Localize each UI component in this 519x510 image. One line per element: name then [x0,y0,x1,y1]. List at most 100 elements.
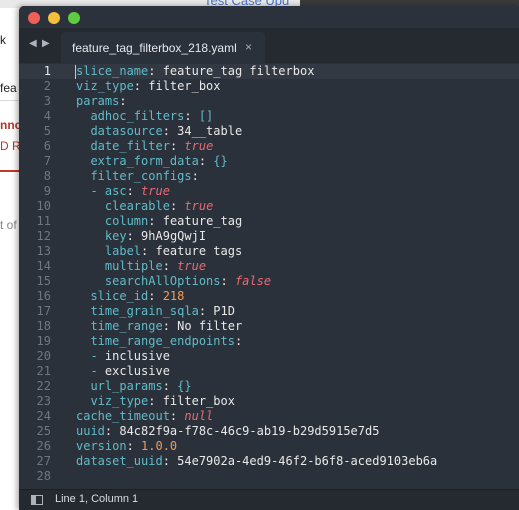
code-token: : filter_box [133,79,221,93]
line-number: 3 [43,94,51,108]
code-token: column [104,214,149,228]
code-line: label: feature tags [76,244,242,259]
code-token: : 9hA9gQwjI [126,229,207,243]
code-token: : [119,94,127,108]
line-number: 2 [43,79,51,93]
code-editor[interactable]: 1 2 3 4 5 6 7 8 9 10 11 12 13 14 15 16 17 18 19 20 21 22 23 24 2… [19,63,519,489]
code-token: viz_type [76,79,134,93]
line-number: 21 [36,364,51,378]
line-number: 23 [36,394,51,408]
code-token: slice_id [90,289,149,303]
code-token: : 34__table [162,124,243,138]
code-line: time_grain_sqla: P1D [76,304,235,319]
code-token: label [104,244,142,258]
code-token: url_params [90,379,163,393]
code-token: : feature tags [141,244,243,258]
code-token: null [184,409,214,423]
code-token: true [177,259,207,273]
code-token: : [234,334,243,348]
line-number: 9 [43,184,51,198]
code-line: slice_id: 218 [76,289,184,304]
code-line: - asc: true [76,184,169,199]
code-line: params: [76,94,127,109]
close-tab-icon[interactable]: × [245,40,252,54]
code-token: : [169,139,185,153]
line-number: 20 [36,349,51,363]
code-token: true [184,199,214,213]
code-token: : [191,169,199,183]
tab-file[interactable]: feature_tag_filterbox_218.yaml × [61,32,265,63]
code-token: : [162,379,178,393]
code-token: 218 [162,289,185,303]
background-divider [0,170,20,172]
code-line: datasource: 34__table [76,124,242,139]
code-token: cache_timeout [76,409,170,423]
line-number: 25 [36,424,51,438]
line-number: 11 [36,214,51,228]
close-window-button[interactable] [28,12,40,24]
code-token: - [90,349,105,363]
code-line: column: feature_tag [76,214,242,229]
tab-bar: ◀ ▶ feature_tag_filterbox_218.yaml × [19,28,519,63]
code-token: : feature_tag filterbox [148,64,315,78]
zoom-window-button[interactable] [68,12,80,24]
minimize-window-button[interactable] [48,12,60,24]
title-bar [19,6,519,28]
code-line: multiple: true [76,259,206,274]
code-token: key [104,229,127,243]
code-token: [] [198,109,214,123]
back-arrow-icon[interactable]: ◀ [29,38,37,49]
forward-arrow-icon[interactable]: ▶ [42,38,50,49]
background-fragment: k [0,33,6,47]
code-token: {} [177,379,192,393]
code-token: : 54e7902a-4ed9-46f2-b6f8-aced9103eb6a [162,454,438,468]
code-line: version: 1.0.0 [76,439,177,454]
code-token: true [184,139,214,153]
code-line: dataset_uuid: 54e7902a-4ed9-46f2-b6f8-ac… [76,454,437,469]
sidebar-toggle-icon[interactable] [31,495,43,505]
code-token: exclusive [104,364,170,378]
line-number: 28 [36,469,51,483]
code-line: date_filter: true [76,139,213,154]
code-token: : [198,154,214,168]
line-number: 7 [43,154,51,168]
line-number: 5 [43,124,51,138]
code-token: : [162,259,178,273]
status-bar: Line 1, Column 1 [19,489,519,510]
line-number: 24 [36,409,51,423]
code-token: : [148,289,163,303]
code-line: adhoc_filters: [] [76,109,213,124]
code-token: searchAllOptions [104,274,221,288]
code-line: viz_type: filter_box [76,79,221,94]
code-token: inclusive [104,349,170,363]
line-number: 13 [36,244,51,258]
code-token: datasource [90,124,163,138]
line-number: 17 [36,304,51,318]
code-line: - inclusive [76,349,170,364]
code-token: uuid [76,424,105,438]
background-fragment: t of [0,218,17,232]
code-line: extra_form_data: {} [76,154,227,169]
code-token: : [169,199,185,213]
code-token: : [184,109,199,123]
code-token: params [76,94,120,108]
code-line: uuid: 84c82f9a-f78c-46c9-ab19-b29d5915e7… [76,424,379,439]
code-token: extra_form_data [90,154,199,168]
line-number: 12 [36,229,51,243]
line-number: 10 [36,199,51,213]
code-token: : 84c82f9a-f78c-46c9-ab19-b29d5915e7d5 [104,424,380,438]
code-token: : [126,439,142,453]
line-number: 22 [36,379,51,393]
code-line: time_range_endpoints: [76,334,242,349]
